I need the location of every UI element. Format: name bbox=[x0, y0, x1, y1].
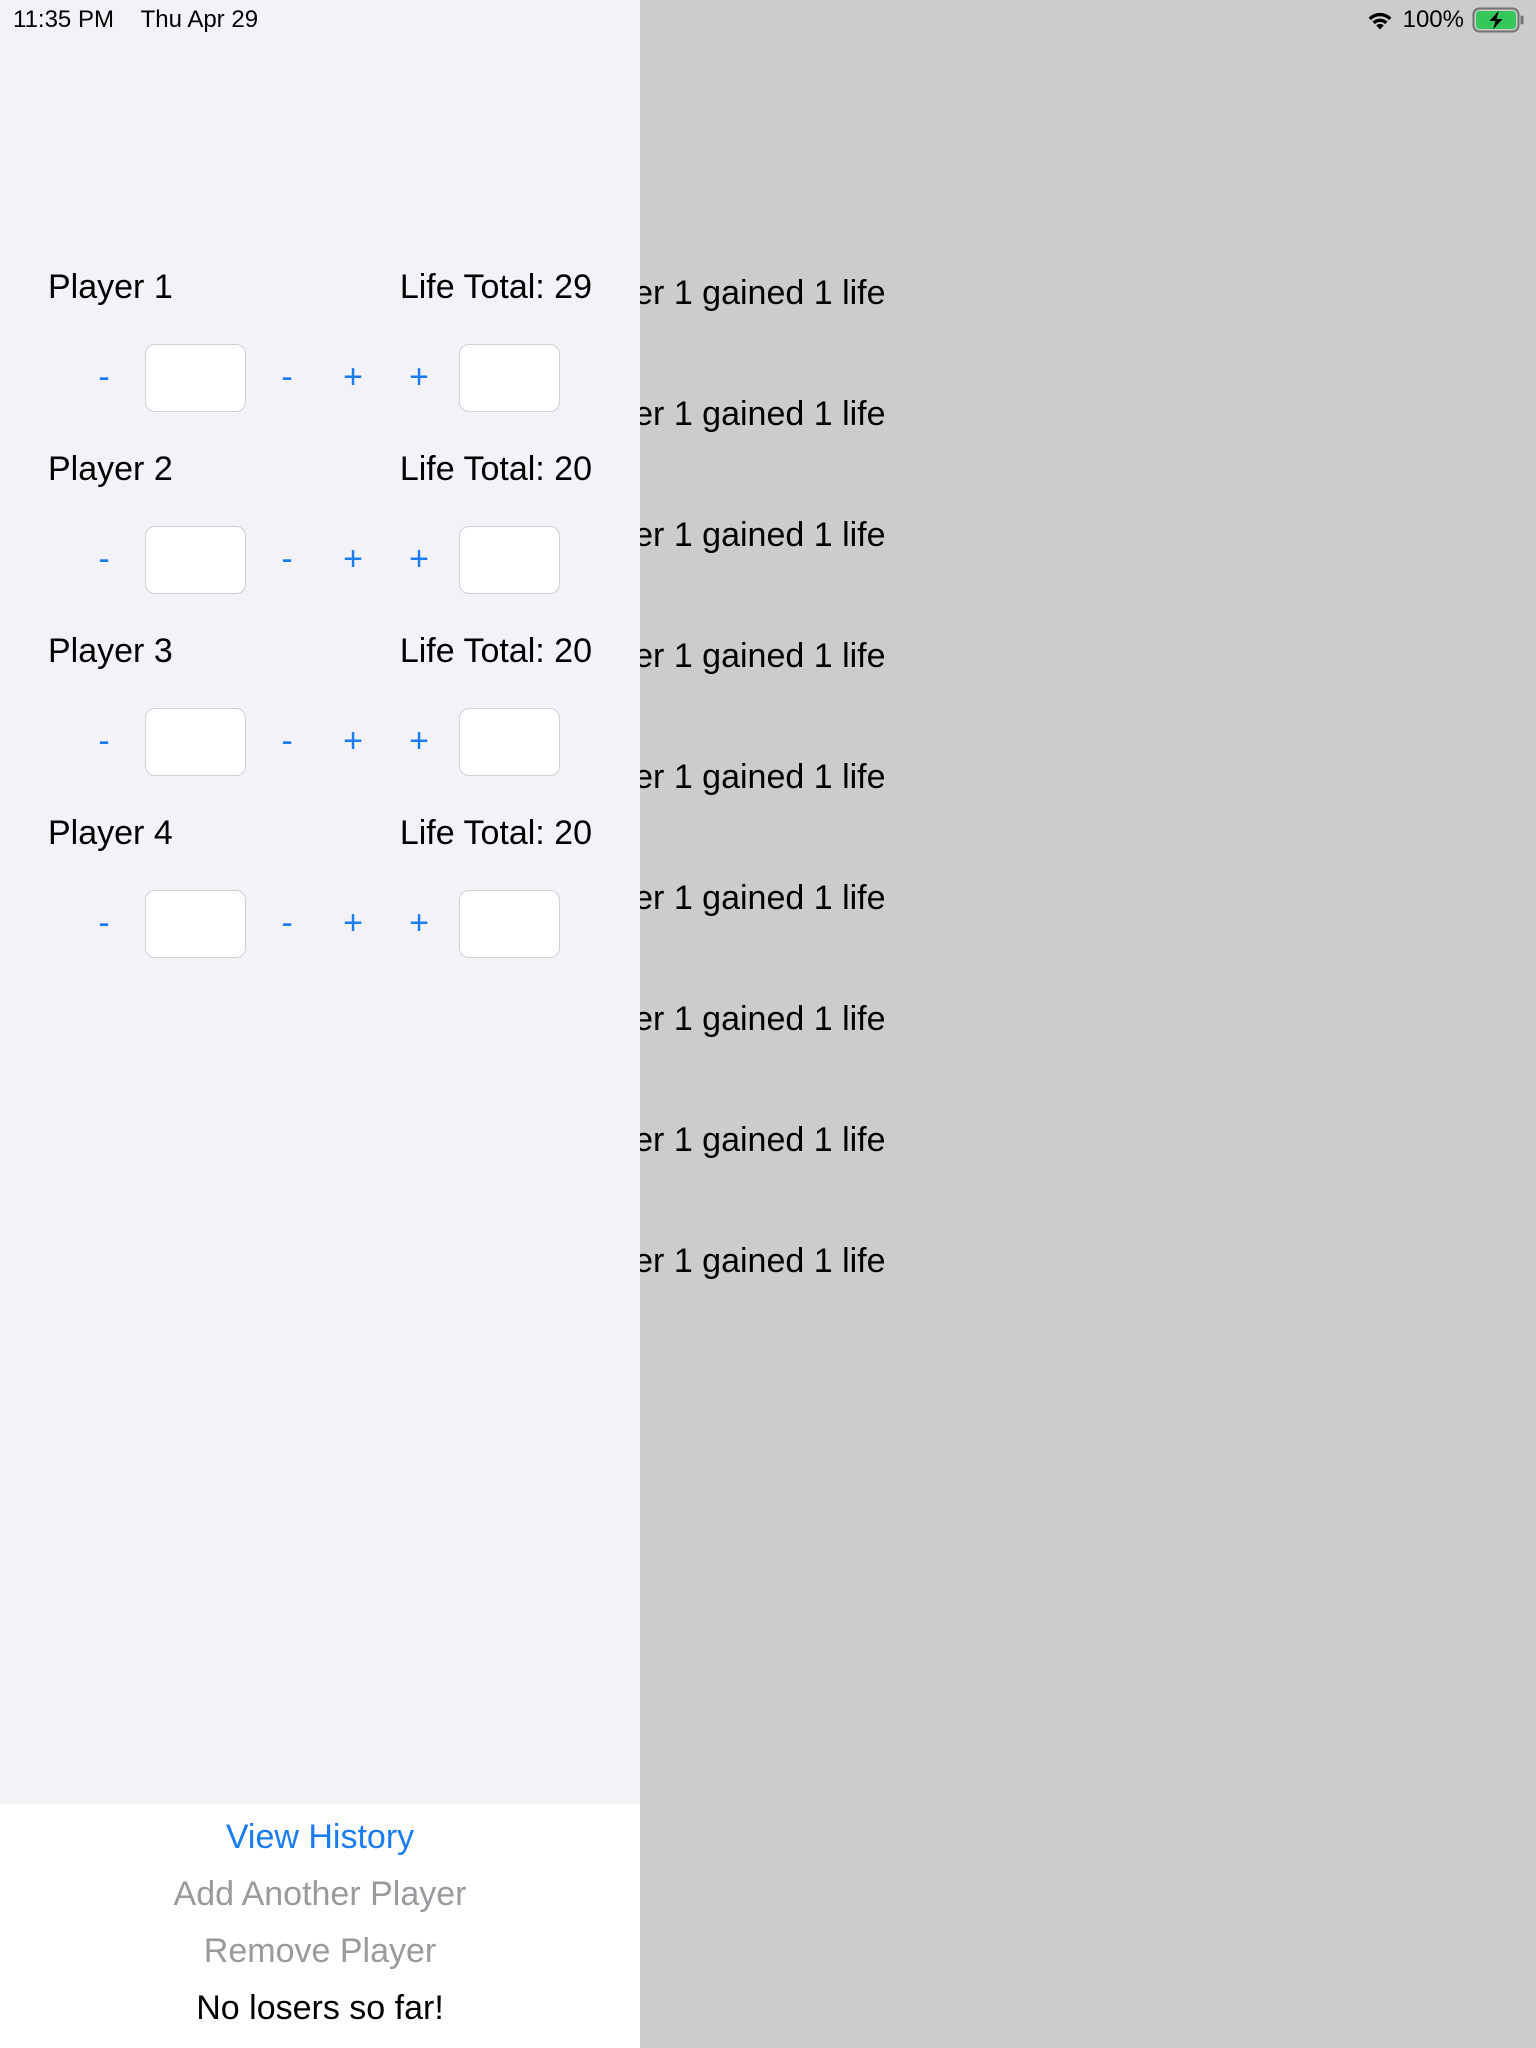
game-status-text: No losers so far! bbox=[196, 1989, 444, 2027]
history-item: Player 1 gained 1 life bbox=[640, 1000, 886, 1038]
decrement-amount-input[interactable] bbox=[145, 708, 246, 776]
decrement-custom-button[interactable]: - bbox=[84, 524, 124, 594]
decrement-one-button[interactable]: - bbox=[267, 888, 307, 958]
decrement-amount-input[interactable] bbox=[145, 344, 246, 412]
history-item: Player 1 gained 1 life bbox=[640, 1242, 886, 1280]
life-controls: - - + + bbox=[0, 706, 640, 776]
player-row: Player 2 Life Total: 20 - - + + bbox=[0, 450, 640, 632]
decrement-one-button[interactable]: - bbox=[267, 524, 307, 594]
decrement-one-button[interactable]: - bbox=[267, 342, 307, 412]
increment-one-button[interactable]: + bbox=[333, 888, 373, 958]
increment-one-button[interactable]: + bbox=[333, 342, 373, 412]
history-item: Player 1 gained 1 life bbox=[640, 879, 886, 917]
decrement-amount-input[interactable] bbox=[145, 526, 246, 594]
decrement-custom-button[interactable]: - bbox=[84, 342, 124, 412]
add-player-button[interactable]: Add Another Player bbox=[0, 1875, 640, 1914]
player-name: Player 3 bbox=[48, 632, 173, 670]
life-total: Life Total: 29 bbox=[399, 268, 592, 306]
life-controls: - - + + bbox=[0, 342, 640, 412]
life-controls: - - + + bbox=[0, 888, 640, 958]
status-bar: 11:35 PM Thu Apr 29 100% bbox=[0, 0, 1536, 40]
status-time: 11:35 PM bbox=[13, 6, 114, 33]
bottom-actions: View History Add Another Player Remove P… bbox=[0, 1804, 640, 2048]
increment-custom-button[interactable]: + bbox=[399, 888, 439, 958]
status-bar-left: 11:35 PM Thu Apr 29 bbox=[13, 6, 258, 34]
view-history-button[interactable]: View History bbox=[0, 1818, 640, 1857]
history-item: Player 1 gained 1 life bbox=[640, 274, 886, 312]
history-item: Player 1 gained 1 life bbox=[640, 395, 886, 433]
history-list: Player 1 gained 1 life Player 1 gained 1… bbox=[640, 274, 886, 1363]
history-item: Player 1 gained 1 life bbox=[640, 637, 886, 675]
increment-amount-input[interactable] bbox=[459, 890, 560, 958]
status-date: Thu Apr 29 bbox=[140, 6, 259, 33]
life-total: Life Total: 20 bbox=[399, 632, 592, 670]
battery-charging-icon bbox=[1472, 7, 1524, 33]
increment-amount-input[interactable] bbox=[459, 344, 560, 412]
player-name: Player 1 bbox=[48, 268, 173, 306]
history-item: Player 1 gained 1 life bbox=[640, 1121, 886, 1159]
remove-player-button[interactable]: Remove Player bbox=[0, 1932, 640, 1971]
increment-amount-input[interactable] bbox=[459, 526, 560, 594]
increment-custom-button[interactable]: + bbox=[399, 524, 439, 594]
players-panel: Player 1 Life Total: 29 - - + + Player 2… bbox=[0, 0, 640, 1804]
wifi-icon bbox=[1368, 12, 1392, 30]
player-row: Player 4 Life Total: 20 - - + + bbox=[0, 814, 640, 996]
player-name: Player 4 bbox=[48, 814, 173, 852]
life-controls: - - + + bbox=[0, 524, 640, 594]
player-name: Player 2 bbox=[48, 450, 173, 488]
player-row: Player 1 Life Total: 29 - - + + bbox=[0, 268, 640, 450]
increment-one-button[interactable]: + bbox=[333, 524, 373, 594]
life-total: Life Total: 20 bbox=[399, 814, 592, 852]
app-root: 11:35 PM Thu Apr 29 100% Player 1 Life T… bbox=[0, 0, 1536, 2048]
battery-percent: 100% bbox=[1402, 6, 1464, 33]
player-row: Player 3 Life Total: 20 - - + + bbox=[0, 632, 640, 814]
decrement-custom-button[interactable]: - bbox=[84, 706, 124, 776]
history-item: Player 1 gained 1 life bbox=[640, 758, 886, 796]
history-item: Player 1 gained 1 life bbox=[640, 516, 886, 554]
history-panel[interactable]: Player 1 gained 1 life Player 1 gained 1… bbox=[640, 0, 1536, 2048]
decrement-custom-button[interactable]: - bbox=[84, 888, 124, 958]
decrement-one-button[interactable]: - bbox=[267, 706, 307, 776]
increment-amount-input[interactable] bbox=[459, 708, 560, 776]
increment-custom-button[interactable]: + bbox=[399, 706, 439, 776]
life-total: Life Total: 20 bbox=[399, 450, 592, 488]
decrement-amount-input[interactable] bbox=[145, 890, 246, 958]
status-bar-right: 100% bbox=[1365, 6, 1526, 34]
increment-custom-button[interactable]: + bbox=[399, 342, 439, 412]
increment-one-button[interactable]: + bbox=[333, 706, 373, 776]
